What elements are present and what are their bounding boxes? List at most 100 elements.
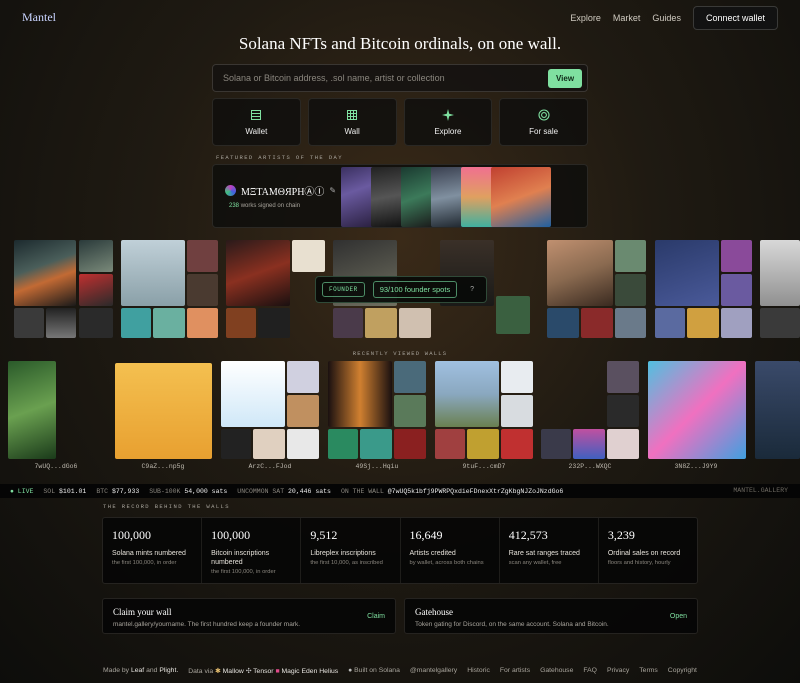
recent-wall-preview[interactable]	[435, 361, 499, 427]
help-icon[interactable]: ?	[470, 286, 474, 293]
wall-tile[interactable]	[365, 308, 397, 338]
recent-wall-preview[interactable]	[221, 361, 285, 427]
claim-button[interactable]: Claim	[367, 613, 385, 620]
recent-wall-preview[interactable]	[253, 429, 285, 459]
wall-tile[interactable]	[14, 240, 76, 306]
terms-link[interactable]: Terms	[639, 667, 658, 675]
wall-tile[interactable]	[79, 308, 113, 338]
recent-wall-preview[interactable]	[501, 429, 533, 459]
wall-tile[interactable]	[615, 240, 646, 272]
wall-tile[interactable]	[258, 308, 290, 338]
recent-wall-address[interactable]: 7wUQ...dGo6	[6, 463, 106, 470]
quick-action-wallet[interactable]: Wallet	[212, 98, 301, 146]
leaf-link[interactable]: Leaf	[131, 667, 144, 674]
tensor-link[interactable]: Tensor	[253, 668, 273, 675]
recent-wall-preview[interactable]	[360, 429, 392, 459]
wall-tile[interactable]	[153, 308, 185, 338]
wall-tile[interactable]	[121, 240, 185, 306]
copyright-link[interactable]: Copyright	[668, 667, 697, 675]
recent-wall-address[interactable]: C9aZ...np5g	[113, 463, 213, 470]
artwork-thumbnail[interactable]	[371, 167, 404, 227]
nav-explore[interactable]: Explore	[570, 9, 601, 27]
wall-tile[interactable]	[292, 240, 325, 272]
recent-wall-address[interactable]: ArzC...FJod	[220, 463, 320, 470]
founder-spots[interactable]: 93/100 founder spots	[372, 281, 458, 298]
wall-tile[interactable]	[615, 308, 646, 338]
claim-wall-card[interactable]: Claim your wall mantel.gallery/yourname.…	[102, 598, 396, 634]
wall-tile[interactable]	[399, 308, 431, 338]
wall-tile[interactable]	[187, 308, 218, 338]
recent-wall-preview[interactable]	[607, 429, 639, 459]
wall-tile[interactable]	[333, 308, 363, 338]
recent-wall-address[interactable]: 49Sj...Hqiu	[327, 463, 427, 470]
recent-wall-address[interactable]: 9tuF...cmD7	[434, 463, 534, 470]
recent-wall-preview[interactable]	[328, 429, 358, 459]
wall-tile[interactable]	[615, 274, 646, 306]
recent-wall-preview[interactable]	[115, 363, 212, 459]
privacy-link[interactable]: Privacy	[607, 667, 629, 675]
nav-guides[interactable]: Guides	[652, 9, 681, 27]
recent-wall-preview[interactable]	[435, 429, 465, 459]
faq-link[interactable]: FAQ	[583, 667, 597, 675]
recent-wall-preview[interactable]	[394, 429, 426, 459]
wall-tile[interactable]	[687, 308, 719, 338]
wall-tile[interactable]	[721, 240, 752, 272]
gatehouse-card[interactable]: Gatehouse Token gating for Discord, on t…	[404, 598, 698, 634]
wall-tile[interactable]	[655, 240, 719, 306]
recent-wall-preview[interactable]	[607, 361, 639, 393]
featured-artist-card[interactable]: ΜΞΤΑΜΘЯPHⒶⒾ ✎ 238 works signed on chain	[212, 164, 588, 228]
recent-wall-preview[interactable]	[394, 361, 426, 393]
artwork-thumbnail[interactable]	[401, 167, 434, 227]
wall-tile[interactable]	[79, 240, 113, 272]
historic-link[interactable]: Historic	[467, 667, 490, 675]
recent-wall-preview[interactable]	[287, 361, 319, 393]
artist-name[interactable]: ΜΞΤΑΜΘЯPHⒶⒾ	[241, 183, 324, 198]
wall-tile[interactable]	[760, 240, 800, 306]
for-artists-link[interactable]: For artists	[500, 667, 530, 675]
wall-tile[interactable]	[721, 274, 752, 306]
search-bar[interactable]: Solana or Bitcoin address, .sol name, ar…	[212, 64, 588, 92]
built-on-solana[interactable]: ● Built on Solana	[348, 667, 400, 675]
quick-action-wall[interactable]: Wall	[307, 98, 397, 146]
twitter-link[interactable]: @mantelgallery	[410, 667, 457, 675]
wall-tile[interactable]	[760, 308, 800, 338]
artwork-thumbnail[interactable]	[431, 167, 464, 227]
wall-tile[interactable]	[655, 308, 685, 338]
plight-link[interactable]: Plight.	[159, 667, 178, 674]
recent-wall-preview[interactable]	[755, 361, 800, 459]
recent-wall-preview[interactable]	[501, 395, 533, 427]
wall-tile[interactable]	[187, 240, 218, 272]
wall-tile[interactable]	[14, 308, 44, 338]
wall-tile[interactable]	[547, 308, 579, 338]
artwork-thumbnail[interactable]	[491, 167, 551, 227]
recent-wall-preview[interactable]	[501, 361, 533, 393]
open-button[interactable]: Open	[670, 613, 687, 620]
recent-wall-preview[interactable]	[467, 429, 499, 459]
wall-tile[interactable]	[226, 240, 290, 306]
view-button[interactable]: View	[548, 69, 582, 88]
ticker-on-the-wall[interactable]: ON THE WALL @7wUQ5k1bfj9PWRPQxdieFDnexXt…	[341, 488, 563, 495]
recent-wall-preview[interactable]	[573, 429, 605, 459]
wall-tile[interactable]	[496, 296, 530, 334]
wall-tile[interactable]	[187, 274, 218, 306]
recent-wall-preview[interactable]	[328, 361, 392, 427]
mallow-link[interactable]: Mallow	[223, 668, 244, 675]
wall-tile[interactable]	[581, 308, 613, 338]
recent-wall-preview[interactable]	[541, 429, 571, 459]
nav-market[interactable]: Market	[613, 9, 641, 27]
founder-banner[interactable]: FOUNDER 93/100 founder spots ?	[315, 276, 487, 303]
recent-wall-address[interactable]: 3N8Z...J9Y9	[646, 463, 746, 470]
search-input[interactable]: Solana or Bitcoin address, .sol name, ar…	[223, 73, 445, 83]
recent-wall-address[interactable]: 232P...WXQC	[540, 463, 640, 470]
wall-tile[interactable]	[547, 240, 613, 306]
wall-tile[interactable]	[226, 308, 256, 338]
wall-tile[interactable]	[121, 308, 151, 338]
recent-wall-preview[interactable]	[221, 429, 251, 459]
brand-logo[interactable]: Mantel	[22, 10, 56, 25]
wall-tile[interactable]	[79, 274, 113, 306]
quick-action-explore[interactable]: Explore	[403, 98, 493, 146]
magic-eden-link[interactable]: Magic Eden	[281, 668, 317, 675]
recent-wall-preview[interactable]	[648, 361, 746, 459]
connect-wallet-button[interactable]: Connect wallet	[692, 6, 778, 30]
helius-link[interactable]: Helius	[319, 668, 338, 675]
